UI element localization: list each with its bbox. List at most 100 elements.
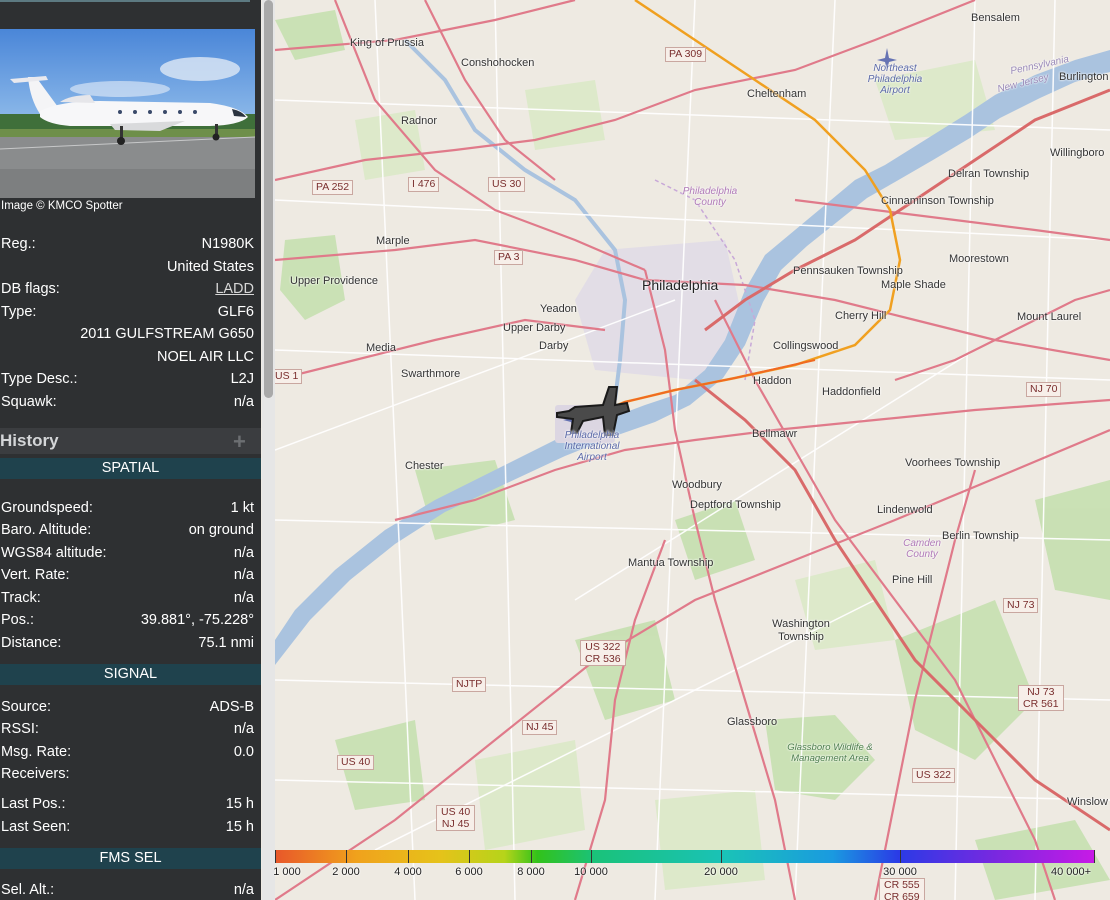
place-label: Marple — [376, 235, 410, 247]
detail-label: Type Desc.: — [1, 371, 78, 387]
signal-row-last-seen: Last Seen: 15 h — [1, 816, 254, 838]
baro-altitude-value: on ground — [188, 522, 254, 538]
signal-row-rssi: RSSI: n/a — [1, 718, 254, 740]
type-desc-value: L2J — [230, 371, 254, 387]
history-header[interactable]: History + — [0, 428, 261, 454]
place-label: Maple Shade — [881, 279, 946, 291]
rssi-value: n/a — [233, 721, 254, 737]
signal-label: Receivers: — [1, 766, 70, 782]
place-label: Deptford Township — [690, 499, 781, 511]
county-label: Philadelphia County — [682, 186, 738, 208]
spatial-label: Track: — [1, 590, 41, 606]
route-shield: US 30 — [488, 177, 526, 192]
map-base-layer — [275, 0, 1110, 900]
detail-row-registration: Reg.: N1980K — [1, 233, 254, 255]
spatial-row-track: Track: n/a — [1, 587, 254, 609]
detail-row-model: 2011 GULFSTREAM G650 — [1, 323, 254, 345]
place-label: Yeadon — [540, 303, 577, 315]
signal-row-source: Source: ADS-B — [1, 696, 254, 718]
route-shield: US 40 NJ 45 — [436, 805, 476, 831]
spatial-label: Vert. Rate: — [1, 567, 70, 583]
route-shield: PA 3 — [494, 250, 524, 265]
legend-label: 20 000 — [704, 866, 738, 878]
spatial-label: Baro. Altitude: — [1, 522, 92, 538]
spatial-label: WGS84 altitude: — [1, 545, 107, 561]
legend-tick — [275, 850, 276, 863]
spatial-row-groundspeed: Groundspeed: 1 kt — [1, 497, 254, 519]
route-shield-line: NJ 45 — [441, 818, 470, 830]
detail-label: Reg.: — [1, 236, 36, 252]
detail-row-type-desc: Type Desc.: L2J — [1, 368, 254, 390]
county-label: Camden County — [903, 538, 941, 560]
place-label: Cinnaminson Township — [881, 195, 994, 207]
place-label: Glassboro — [727, 716, 778, 728]
legend-tick — [469, 850, 470, 863]
spatial-row-position: Pos.: 39.881°, -75.228° — [1, 609, 254, 631]
place-label: King of Prussia — [350, 37, 424, 49]
signal-label: Last Seen: — [1, 819, 71, 835]
legend-label: 10 000 — [574, 866, 608, 878]
route-shield-line: US 322 — [585, 641, 621, 653]
legend-label: 40 000+ — [1050, 866, 1092, 878]
altitude-color-legend: 1 000 2 000 4 000 6 000 8 000 10 000 20 … — [273, 848, 1097, 900]
route-shield: US 322 — [912, 768, 956, 783]
route-shield: PA 252 — [312, 180, 354, 195]
legend-tick — [1094, 850, 1095, 863]
place-label: Washington Township — [772, 618, 830, 643]
type-value: GLF6 — [217, 304, 254, 320]
place-label: Upper Providence — [290, 275, 379, 287]
expand-plus-icon[interactable]: + — [233, 429, 246, 455]
signal-section-header: SIGNAL — [0, 664, 261, 685]
legend-tick — [531, 850, 532, 863]
model-value: 2011 GULFSTREAM G650 — [80, 326, 254, 342]
place-label: Bensalem — [971, 12, 1020, 24]
map-view[interactable]: King of Prussia Conshohocken Radnor Chel… — [275, 0, 1110, 900]
photo-credit: Image © KMCO Spotter — [1, 200, 123, 212]
route-shield: NJ 70 — [1026, 382, 1062, 397]
fms-sel-section-header: FMS SEL — [0, 848, 261, 869]
altitude-gradient-bar — [275, 850, 1095, 863]
country-value: United States — [166, 259, 254, 275]
place-label: Media — [366, 342, 396, 354]
legend-tick — [721, 850, 722, 863]
place-label: Lindenwold — [877, 504, 933, 516]
place-label: Radnor — [401, 115, 438, 127]
signal-row-msg-rate: Msg. Rate: 0.0 — [1, 741, 254, 763]
spatial-section-header: SPATIAL — [0, 458, 261, 479]
distance-value: 75.1 nmi — [198, 635, 254, 651]
place-label: Collingswood — [773, 340, 839, 352]
registration-value: N1980K — [201, 236, 254, 252]
route-shield: NJTP — [452, 677, 487, 692]
signal-label: RSSI: — [1, 721, 39, 737]
detail-row-squawk: Squawk: n/a — [1, 391, 254, 413]
spatial-row-vert-rate: Vert. Rate: n/a — [1, 564, 254, 586]
squawk-value: n/a — [233, 394, 254, 410]
route-shield-line: US 40 — [441, 806, 471, 818]
route-shield: PA 309 — [665, 47, 707, 62]
sidebar-scrollbar-thumb[interactable] — [264, 0, 273, 398]
place-label: Pine Hill — [892, 574, 933, 586]
legend-tick — [900, 850, 901, 863]
place-label: Swarthmore — [401, 368, 461, 380]
spatial-row-wgs84-altitude: WGS84 altitude: n/a — [1, 542, 254, 564]
place-label: Woodbury — [672, 479, 722, 491]
place-label: Cherry Hill — [835, 310, 887, 322]
place-label: Bellmawr — [752, 428, 798, 440]
owner-value: NOEL AIR LLC — [157, 349, 254, 365]
place-label: Delran Township — [948, 168, 1030, 180]
detail-row-type: Type: GLF6 — [1, 301, 254, 323]
last-seen-value: 15 h — [225, 819, 254, 835]
place-label: Mount Laurel — [1017, 311, 1082, 323]
detail-label: DB flags: — [1, 281, 60, 297]
place-label: Burlington — [1059, 71, 1109, 83]
fms-label: Sel. Alt.: — [1, 882, 55, 898]
aircraft-photo[interactable] — [0, 29, 255, 198]
detail-row-country: United States — [1, 256, 254, 278]
signal-label: Last Pos.: — [1, 796, 66, 812]
signal-row-last-pos: Last Pos.: 15 h — [1, 793, 254, 815]
legend-tick — [346, 850, 347, 863]
place-label: Darby — [539, 340, 569, 352]
route-shield: US 322 CR 536 — [580, 640, 626, 666]
legend-label: 6 000 — [455, 866, 483, 878]
db-flags-link[interactable]: LADD — [215, 278, 254, 300]
